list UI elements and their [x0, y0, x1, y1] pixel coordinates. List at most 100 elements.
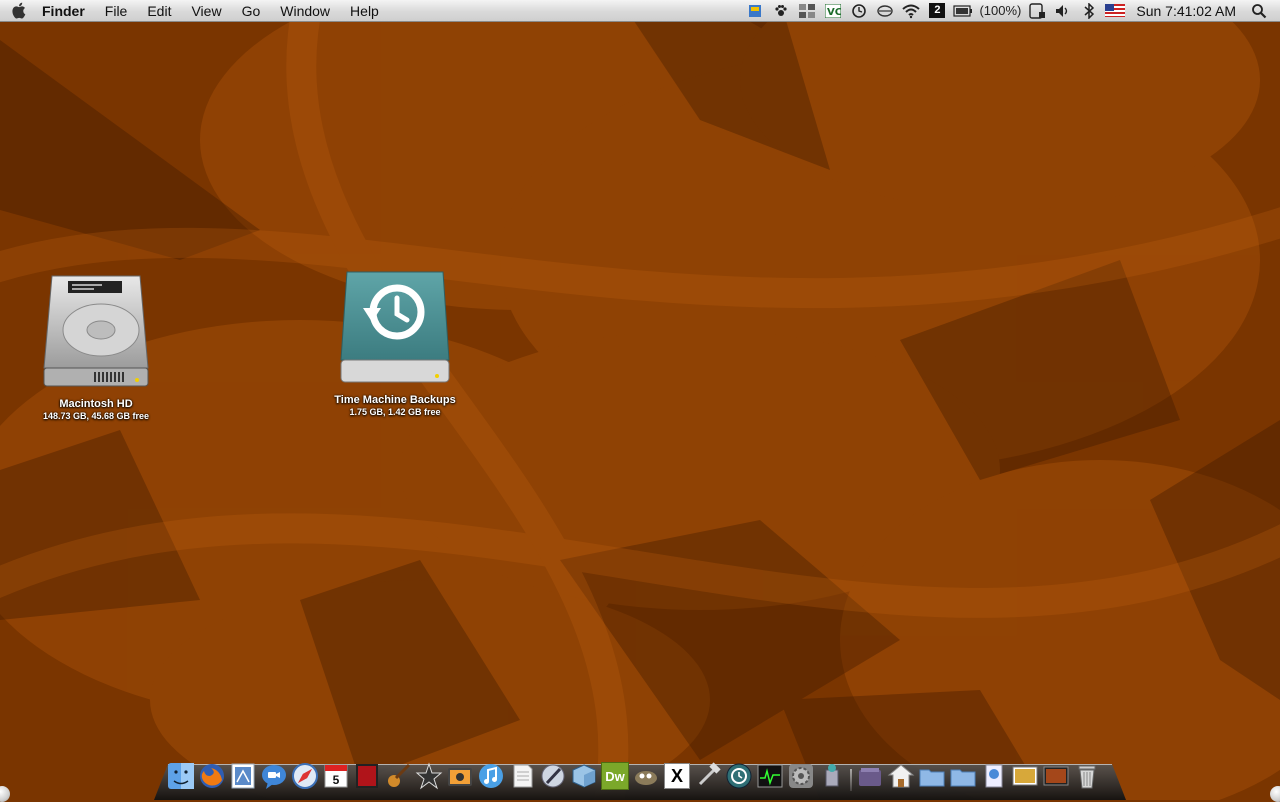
battery-icon[interactable]: [952, 0, 974, 22]
dock-trash[interactable]: [1072, 761, 1102, 791]
battery-percent: (100%): [979, 3, 1022, 18]
dock-separator: [848, 761, 854, 791]
firefox-icon: [200, 764, 224, 788]
icon-label: Time Machine Backups: [334, 394, 456, 406]
time-machine-icon: [726, 763, 752, 789]
sync-icon[interactable]: [874, 0, 896, 22]
dock-folder-2[interactable]: [948, 761, 978, 791]
device-icon[interactable]: [1026, 0, 1048, 22]
wifi-icon[interactable]: [900, 0, 922, 22]
menu-go[interactable]: Go: [232, 0, 271, 22]
dock-itunes[interactable]: [476, 761, 506, 791]
time-machine-menu-icon[interactable]: [848, 0, 870, 22]
volume-icon[interactable]: [1052, 0, 1074, 22]
dock-finder[interactable]: [166, 761, 196, 791]
dock-x11[interactable]: X: [662, 761, 692, 791]
bluetooth-icon[interactable]: [1078, 0, 1100, 22]
icon-label: Macintosh HD: [59, 398, 133, 410]
desktop-wallpaper: [0, 0, 1280, 800]
folder-icon: [950, 769, 976, 787]
dock-ical[interactable]: 5: [321, 761, 351, 791]
activity-monitor-icon: [757, 764, 783, 788]
dock: 5 Dw X: [166, 757, 1102, 791]
trash-icon: [1078, 765, 1096, 789]
safari-compass-icon: [292, 763, 318, 789]
ichat-icon: [262, 765, 286, 789]
dock-photo-booth[interactable]: [352, 761, 382, 791]
dock-virtualbox[interactable]: [569, 761, 599, 791]
dock-mail[interactable]: [228, 761, 258, 791]
hammer-icon: [698, 762, 721, 786]
spotlight-search-icon[interactable]: [1248, 0, 1270, 22]
dock-system-preferences[interactable]: [786, 761, 816, 791]
guitar-icon: [388, 763, 411, 787]
dock-time-machine[interactable]: [724, 761, 754, 791]
spaces-number: 2: [929, 3, 946, 18]
us-flag-icon[interactable]: [1104, 0, 1126, 22]
trash-can-app-icon: [825, 764, 839, 787]
menubar-clock[interactable]: Sun 7:41:02 AM: [1128, 3, 1246, 19]
calendar-icon: 5: [324, 764, 348, 788]
dock-firefox[interactable]: [197, 761, 227, 791]
menu-bar: Finder File Edit View Go Window Help VC …: [0, 0, 1280, 22]
menu-finder[interactable]: Finder: [36, 0, 95, 22]
dock-gimp[interactable]: [631, 761, 661, 791]
apple-menu[interactable]: [0, 0, 36, 22]
dock-downloads[interactable]: [979, 761, 1009, 791]
x11-icon: X: [664, 763, 690, 789]
spaces-grid-icon[interactable]: [796, 0, 818, 22]
vpn-icon[interactable]: VC: [822, 0, 844, 22]
picture-icon: [1043, 766, 1069, 786]
hard-drive-icon: [43, 275, 149, 387]
folder-icon: [919, 769, 945, 787]
dock-script-editor[interactable]: [538, 761, 568, 791]
dock-activity-monitor[interactable]: [755, 761, 785, 791]
pen-icon: [541, 764, 565, 788]
svg-text:VC: VC: [827, 7, 841, 18]
dock-safari[interactable]: [290, 761, 320, 791]
x11-label: X: [670, 765, 683, 786]
menu-view[interactable]: View: [181, 0, 231, 22]
gimp-icon: [635, 771, 657, 785]
menu-window[interactable]: Window: [270, 0, 340, 22]
star-icon: [415, 762, 443, 790]
menu-help[interactable]: Help: [340, 0, 389, 22]
document-icon: [513, 764, 533, 788]
desktop-icon-time-machine-backups[interactable]: Time Machine Backups 1.75 GB, 1.42 GB fr…: [325, 268, 465, 417]
dock-ichat[interactable]: [259, 761, 289, 791]
dreamweaver-label: Dw: [605, 768, 625, 784]
apple-icon: [11, 2, 25, 19]
picture-icon: [1012, 766, 1038, 786]
menu-edit[interactable]: Edit: [137, 0, 181, 22]
dock-xcode[interactable]: [693, 761, 723, 791]
camera-photo-icon: [448, 768, 472, 786]
finder-icon: [168, 763, 194, 789]
cube-icon: [572, 764, 596, 788]
paw-icon[interactable]: [770, 0, 792, 22]
calendar-day: 5: [333, 773, 340, 787]
dock-textedit[interactable]: [507, 761, 537, 791]
dock-utility[interactable]: [817, 761, 847, 791]
spaces-indicator[interactable]: 2: [926, 0, 948, 22]
dock-screenshot[interactable]: [1041, 761, 1071, 791]
dock-iphoto[interactable]: [445, 761, 475, 791]
status-menus: VC 2 (100%) Sun 7:41:02 AM: [742, 0, 1280, 22]
time-machine-drive-icon: [340, 271, 450, 383]
dock-dreamweaver[interactable]: Dw: [600, 761, 630, 791]
mail-stamp-icon: [231, 763, 255, 789]
dock-folder-1[interactable]: [917, 761, 947, 791]
itunes-note-icon: [479, 764, 503, 788]
dock-home-folder[interactable]: [886, 761, 916, 791]
home-icon: [887, 764, 915, 788]
icon-info: 148.73 GB, 45.68 GB free: [42, 411, 150, 421]
desktop-icon-macintosh-hd[interactable]: Macintosh HD 148.73 GB, 45.68 GB free: [30, 272, 162, 421]
dock-imovie[interactable]: [414, 761, 444, 791]
photo-booth-icon: [356, 764, 378, 788]
cargo-box-icon[interactable]: [744, 0, 766, 22]
dock-applications-stack[interactable]: [855, 761, 885, 791]
menu-file[interactable]: File: [95, 0, 138, 22]
dock-garageband[interactable]: [383, 761, 413, 791]
dreamweaver-icon: Dw: [601, 762, 629, 790]
dock-pictures[interactable]: [1010, 761, 1040, 791]
gear-icon: [789, 764, 813, 788]
